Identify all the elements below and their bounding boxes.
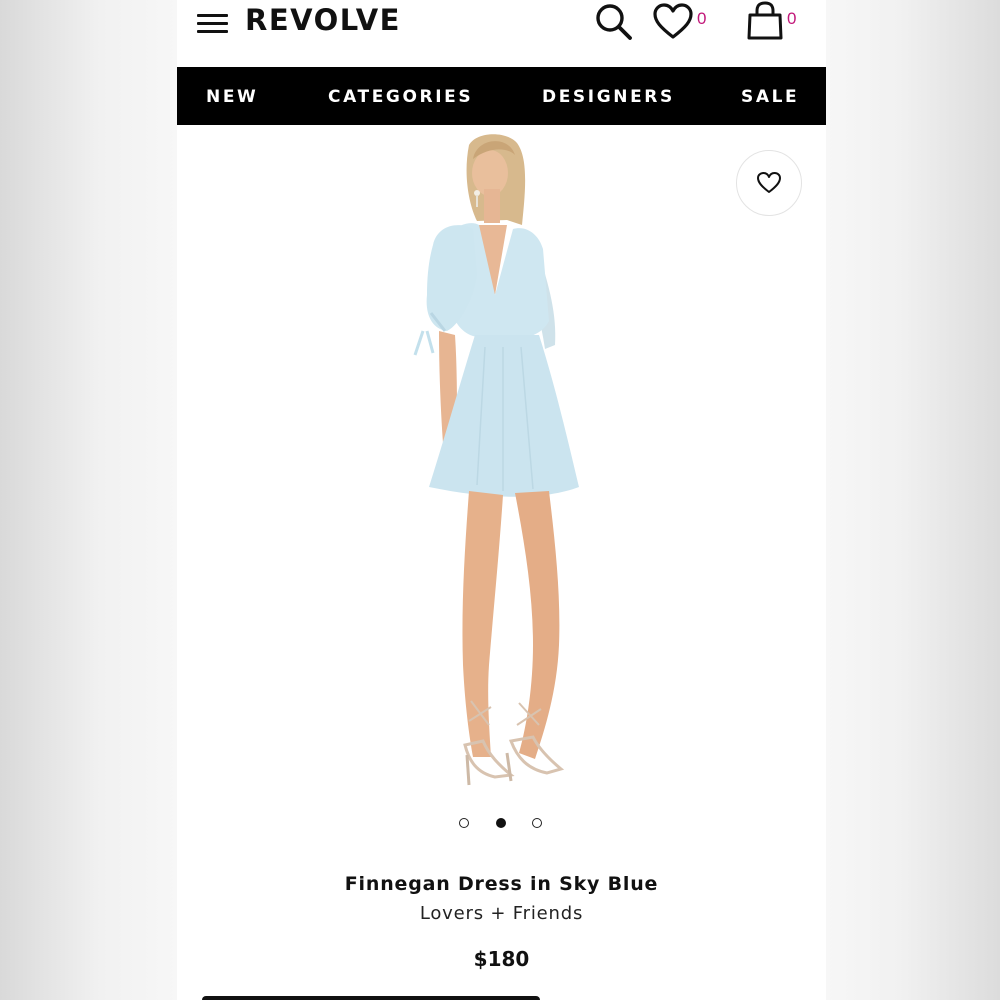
add-to-bag-button-partial[interactable] bbox=[202, 996, 540, 1000]
shopping-bag-icon[interactable] bbox=[746, 1, 784, 41]
wishlist-count-badge: 0 bbox=[697, 9, 707, 28]
wishlist-heart-icon[interactable] bbox=[652, 3, 694, 41]
search-icon[interactable] bbox=[594, 2, 634, 42]
heart-outline-icon bbox=[757, 172, 781, 193]
product-price: $180 bbox=[473, 947, 530, 971]
carousel-dot-1[interactable] bbox=[459, 818, 469, 828]
revolve-logo[interactable]: REVOLVE bbox=[245, 3, 401, 37]
bag-count-badge: 0 bbox=[787, 9, 797, 28]
add-to-wishlist-button[interactable] bbox=[736, 150, 802, 216]
nav-designers[interactable]: DESIGNERS bbox=[542, 87, 675, 107]
phone-screen: REVOLVE 0 0 NEW CATEGORIES DESIGNERS SAL… bbox=[177, 0, 826, 1000]
product-name: Finnegan Dress in Sky Blue bbox=[344, 873, 659, 895]
carousel-dot-2-active[interactable] bbox=[496, 818, 506, 828]
product-image[interactable] bbox=[177, 125, 826, 795]
category-nav: NEW CATEGORIES DESIGNERS SALE bbox=[177, 67, 826, 125]
carousel-dot-3[interactable] bbox=[532, 818, 542, 828]
product-brand-link[interactable]: Lovers + Friends bbox=[177, 903, 826, 924]
top-header: REVOLVE 0 0 bbox=[177, 0, 826, 67]
hamburger-menu-icon[interactable] bbox=[197, 12, 229, 34]
nav-new[interactable]: NEW bbox=[206, 87, 258, 107]
nav-categories[interactable]: CATEGORIES bbox=[328, 87, 473, 107]
nav-sale[interactable]: SALE bbox=[741, 87, 799, 107]
model-wearing-dress-photo bbox=[413, 134, 579, 786]
